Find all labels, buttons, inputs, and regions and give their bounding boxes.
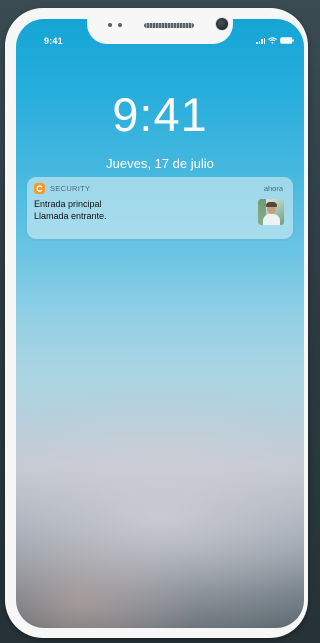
notification-app-name: SECURITY xyxy=(50,184,91,193)
lock-screen-clock: 9:41 xyxy=(112,88,208,141)
sensor-dots xyxy=(108,23,122,27)
notification-title: Entrada principal xyxy=(34,199,102,209)
notification-body: Llamada entrante. xyxy=(34,211,107,221)
lock-screen: 9:41 9:41 Jueves, 17 de julio SECURITY a… xyxy=(16,19,304,628)
notification-time: ahora xyxy=(263,184,283,193)
phone-notch xyxy=(87,8,233,44)
lock-screen-date: Jueves, 17 de julio xyxy=(106,156,214,171)
earpiece-speaker xyxy=(144,23,194,28)
visitor-photo xyxy=(258,199,284,225)
front-camera-icon xyxy=(215,17,229,31)
cellular-signal-icon xyxy=(256,37,265,44)
wifi-icon xyxy=(268,37,277,44)
status-bar-time: 9:41 xyxy=(44,36,63,46)
status-bar-icons xyxy=(256,37,294,44)
battery-icon xyxy=(280,37,294,44)
security-app-icon xyxy=(34,183,45,194)
notification-card[interactable]: SECURITY ahora Entrada principal Llamada… xyxy=(27,177,293,239)
